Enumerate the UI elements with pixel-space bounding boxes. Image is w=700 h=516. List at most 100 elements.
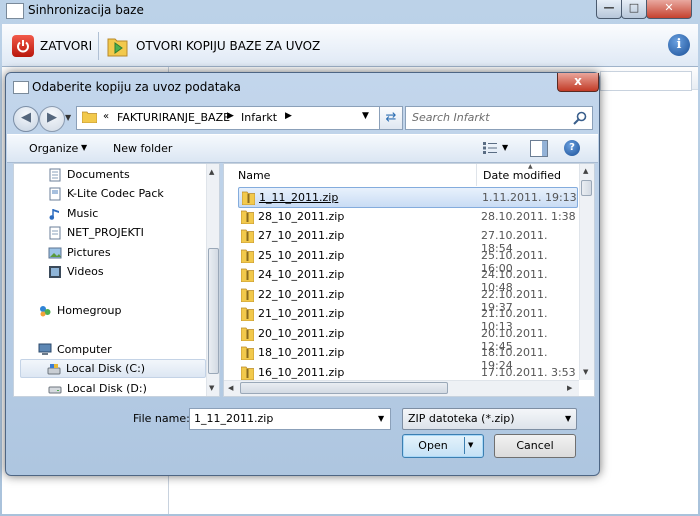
file-list-vscroll-thumb[interactable]	[581, 180, 592, 196]
refresh-button[interactable]: ⇄	[379, 106, 403, 130]
nav-scroll-thumb[interactable]	[208, 248, 219, 374]
scroll-left-icon[interactable]: ◀	[228, 384, 233, 392]
file-row[interactable]: 21_10_2011.zip 21.10.2011. 10:13	[238, 304, 576, 333]
views-dropdown-icon[interactable]: ▼	[502, 143, 508, 152]
file-name: 20_10_2011.zip	[258, 326, 345, 340]
window-title: Sinhronizacija baze	[28, 3, 144, 17]
breadcrumb-arrow-icon[interactable]: ▶	[227, 111, 234, 121]
chevron-down-icon: ▼	[565, 414, 572, 423]
organize-button[interactable]: Organize	[29, 142, 78, 155]
file-name: 1_11_2011.zip	[259, 191, 339, 204]
file-name: 18_10_2011.zip	[258, 346, 345, 359]
nav-item-label: Music	[67, 207, 99, 220]
open-button-label: Open	[418, 439, 448, 452]
scroll-right-icon[interactable]: ▶	[567, 384, 572, 392]
nav-item-pictures[interactable]: Pictures	[48, 243, 111, 262]
file-row[interactable]: 27_10_2011.zip 27.10.2011. 18:54	[238, 226, 576, 255]
scroll-up-icon[interactable]: ▲	[583, 167, 588, 175]
column-header-date[interactable]: Date modified	[483, 169, 561, 182]
file-row[interactable]: 18_10_2011.zip 18.10.2011. 19:24	[238, 343, 576, 372]
file-row[interactable]: 25_10_2011.zip 25.10.2011. 16:00	[238, 246, 576, 275]
maximize-button[interactable]: □	[621, 0, 647, 19]
preview-pane-icon[interactable]	[530, 140, 548, 157]
new-folder-button[interactable]: New folder	[113, 142, 172, 155]
open-backup-button[interactable]: OTVORI KOPIJU BAZE ZA UVOZ	[106, 32, 320, 60]
breadcrumb-infarkt[interactable]: Infarkt	[241, 111, 277, 124]
file-row[interactable]: 24_10_2011.zip 24.10.2011. 10:48	[238, 265, 576, 294]
nav-item-local-disk-c[interactable]: Local Disk (C:)	[20, 359, 206, 378]
nav-item-homegroup[interactable]: Homegroup	[38, 301, 121, 320]
minimize-button[interactable]: —	[596, 0, 622, 19]
zip-folder-icon	[242, 191, 255, 205]
help-icon[interactable]: ?	[564, 140, 580, 156]
views-icon[interactable]	[482, 141, 498, 155]
zip-folder-icon	[241, 307, 254, 321]
search-input[interactable]: Search Infarkt	[405, 106, 593, 130]
nav-item-music[interactable]: Music	[48, 204, 98, 223]
breadcrumb-arrow-icon[interactable]: ▶	[285, 111, 292, 121]
file-type-select[interactable]: ZIP datoteka (*.zip) ▼	[402, 408, 577, 430]
close-icon: ✕	[664, 1, 674, 14]
nav-item-label: Documents	[67, 168, 130, 181]
file-row[interactable]: 28_10_2011.zip 28.10.2011. 1:38	[238, 207, 576, 226]
app-icon	[6, 3, 24, 19]
main-dropdown[interactable]	[600, 71, 692, 91]
nav-item-local-disk-d[interactable]: Local Disk (D:)	[48, 379, 147, 396]
folder-icon	[49, 226, 61, 239]
file-list-hscroll-thumb[interactable]	[240, 382, 448, 394]
file-name-input[interactable]: 1_11_2011.zip ▼	[189, 408, 391, 430]
zip-folder-icon	[241, 327, 254, 341]
close-window-button[interactable]: ✕	[646, 0, 692, 19]
zip-folder-icon	[241, 268, 254, 282]
breadcrumb-fakturiranje[interactable]: FAKTURIRANJE_BAZE	[117, 111, 230, 124]
chevron-down-icon[interactable]: ▼	[378, 414, 384, 423]
file-date: 28.10.2011. 1:38	[481, 209, 576, 223]
help-icon[interactable]: i	[668, 34, 690, 56]
file-type-value: ZIP datoteka (*.zip)	[408, 412, 515, 425]
back-button[interactable]: ◀	[13, 106, 39, 132]
zatvori-label: ZATVORI	[40, 39, 93, 53]
address-overflow[interactable]: «	[103, 111, 109, 122]
minimize-icon: —	[603, 1, 615, 14]
open-split-divider	[464, 437, 465, 454]
file-list: Name ▲ Date modified 1_11_2011.zip 1.11.2…	[223, 163, 595, 397]
nav-item-label: Homegroup	[57, 304, 122, 317]
nav-item-label: Computer	[57, 343, 112, 356]
close-icon: x	[574, 74, 582, 88]
file-date: 1.11.2011. 19:13	[482, 191, 577, 204]
disk-icon	[48, 386, 62, 393]
file-row[interactable]: 1_11_2011.zip 1.11.2011. 19:13	[238, 187, 578, 208]
file-row[interactable]: 22_10_2011.zip 22.10.2011. 19:37	[238, 285, 576, 314]
nav-item-klite[interactable]: K-Lite Codec Pack	[48, 184, 164, 203]
file-list-vscrollbar[interactable]	[579, 164, 594, 380]
zatvori-button[interactable]: ZATVORI	[12, 34, 92, 58]
history-dropdown-icon[interactable]: ▼	[65, 113, 71, 122]
scroll-down-icon[interactable]: ▼	[583, 368, 588, 376]
scroll-down-icon[interactable]: ▼	[209, 384, 214, 392]
open-dropdown-icon[interactable]: ▼	[468, 441, 473, 449]
search-icon	[573, 111, 587, 125]
cancel-button[interactable]: Cancel	[494, 434, 576, 458]
column-header-name[interactable]: Name	[238, 169, 270, 182]
column-divider[interactable]	[476, 164, 477, 186]
documents-icon	[49, 168, 61, 181]
nav-item-label: Local Disk (D:)	[67, 382, 147, 395]
file-name: 21_10_2011.zip	[258, 307, 345, 320]
scroll-up-icon[interactable]: ▲	[209, 168, 214, 176]
open-button[interactable]: Open ▼	[402, 434, 484, 458]
address-bar[interactable]: « FAKTURIRANJE_BAZE ▶ Infarkt ▶ ▼	[76, 106, 380, 130]
dialog-icon	[13, 81, 29, 94]
nav-item-documents[interactable]: Documents	[48, 165, 130, 184]
nav-item-computer[interactable]: Computer	[38, 340, 112, 359]
file-row[interactable]: 20_10_2011.zip 20.10.2011. 12:45	[238, 324, 576, 353]
dialog-close-button[interactable]: x	[557, 73, 599, 92]
chevron-down-icon[interactable]: ▼	[81, 143, 87, 152]
file-name: 22_10_2011.zip	[258, 287, 345, 301]
nav-item-net-projekti[interactable]: NET_PROJEKTI	[48, 223, 144, 242]
videos-icon	[49, 265, 61, 278]
forward-button[interactable]: ▶	[39, 106, 65, 132]
address-dropdown-icon[interactable]: ▼	[362, 111, 369, 121]
zip-folder-icon	[241, 366, 254, 380]
file-row[interactable]: 16_10_2011.zip 17.10.2011. 3:53	[238, 363, 576, 382]
nav-item-videos[interactable]: Videos	[48, 262, 104, 281]
